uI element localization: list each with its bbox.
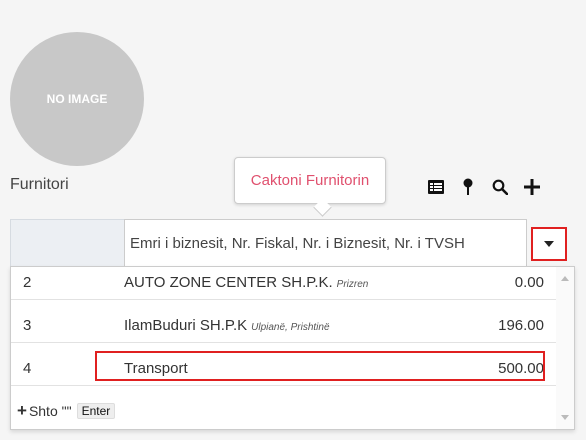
- add-label: Shto "": [28, 403, 72, 419]
- plus-icon: +: [17, 401, 27, 420]
- search-icon[interactable]: [484, 171, 516, 203]
- enter-key-hint: Enter: [76, 403, 116, 419]
- row-location: Ulpianë, Prishtinë: [251, 322, 330, 333]
- add-new-option[interactable]: + Shto "" Enter: [17, 401, 116, 421]
- map-pin-icon[interactable]: [452, 171, 484, 203]
- selected-row-highlight: [95, 351, 545, 381]
- row-value: 196.00: [498, 317, 544, 334]
- list-item[interactable]: 2 AUTO ZONE CENTER SH.P.K. Prizren 0.00: [11, 267, 556, 300]
- list-item[interactable]: 3 IlamBuduri SH.P.K Ulpianë, Prishtinë 19…: [11, 310, 556, 343]
- row-value: 0.00: [514, 274, 544, 291]
- row-number: 2: [23, 274, 32, 291]
- tooltip-text: Caktoni Furnitorin: [250, 172, 370, 189]
- list-card-icon[interactable]: [420, 171, 452, 203]
- caret-down-icon: [544, 241, 554, 247]
- row-number: 3: [23, 317, 32, 334]
- scroll-up-icon[interactable]: [561, 276, 569, 281]
- row-number: 4: [23, 360, 32, 377]
- row-name-text: AUTO ZONE CENTER SH.P.K.: [124, 274, 333, 291]
- tooltip: Caktoni Furnitorin: [234, 157, 386, 204]
- row-name: AUTO ZONE CENTER SH.P.K. Prizren: [124, 274, 368, 291]
- plus-icon[interactable]: [516, 171, 548, 203]
- row-name-text: IlamBuduri SH.P.K: [124, 317, 248, 334]
- search-placeholder: Emri i biznesit, Nr. Fiskal, Nr. i Bizne…: [130, 234, 465, 252]
- dropdown-toggle-button[interactable]: [531, 227, 567, 261]
- scroll-down-icon[interactable]: [561, 415, 569, 420]
- scrollbar[interactable]: [556, 267, 574, 429]
- field-label: Furnitori: [10, 176, 69, 193]
- avatar-text: NO IMAGE: [46, 92, 108, 106]
- toolbar: [420, 171, 575, 203]
- supplier-code-cell: [10, 219, 125, 269]
- row-location: Prizren: [336, 279, 369, 290]
- avatar: NO IMAGE: [10, 32, 144, 166]
- supplier-dropdown-list: 2 AUTO ZONE CENTER SH.P.K. Prizren 0.00 3…: [10, 266, 575, 430]
- supplier-search-input[interactable]: Emri i biznesit, Nr. Fiskal, Nr. i Bizne…: [124, 219, 527, 267]
- row-name: IlamBuduri SH.P.K Ulpianë, Prishtinë: [124, 317, 330, 334]
